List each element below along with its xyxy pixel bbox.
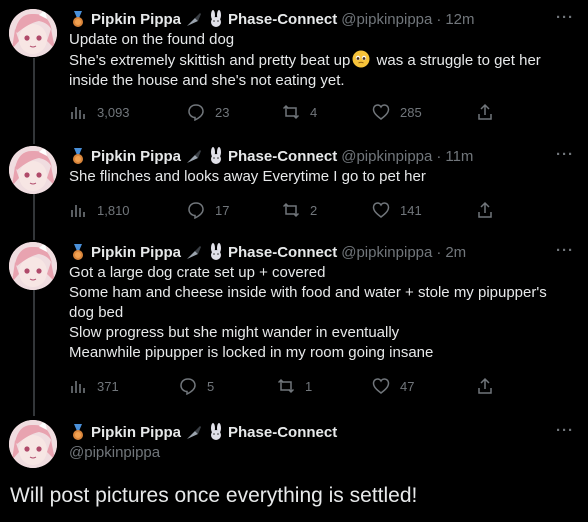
author-handle[interactable]: @pipkinpippa <box>341 11 432 28</box>
avatar[interactable] <box>9 9 57 57</box>
tweet-text-line: Slow progress but she might wander in ev… <box>69 324 400 341</box>
retweet-count: 4 <box>310 104 318 120</box>
rabbit-icon <box>207 147 225 165</box>
like-count: 47 <box>400 378 415 394</box>
views-button[interactable]: 1,810 <box>69 201 130 219</box>
like-count: 285 <box>400 104 422 120</box>
reply-button[interactable]: 5 <box>179 377 214 395</box>
bronze-medal-icon <box>69 147 87 165</box>
reply-button[interactable]: 23 <box>187 103 229 121</box>
rabbit-icon <box>207 423 225 441</box>
views-button[interactable]: 3,093 <box>69 103 130 121</box>
tweet-text-line: Meanwhile pipupper is locked in my room … <box>69 344 434 361</box>
views-count: 371 <box>97 378 119 394</box>
retweet-count: 2 <box>310 202 318 218</box>
separator-dot: · <box>436 243 442 261</box>
author-affiliation[interactable]: Phase-Connect <box>228 148 337 165</box>
tweet-text: Update on the found dog She's extremely … <box>69 30 569 91</box>
reply-icon <box>180 378 196 395</box>
tweet-text-line: Got a large dog crate set up + covered <box>69 264 326 281</box>
tweet-timestamp[interactable]: 12m <box>445 11 474 28</box>
author-name[interactable]: Pipkin Pippa <box>91 424 181 441</box>
heart-icon <box>372 104 390 120</box>
separator-dot: · <box>436 147 442 165</box>
share-icon <box>478 103 492 120</box>
bar-chart-icon <box>71 381 85 393</box>
bronze-medal-icon <box>69 10 87 28</box>
tweet[interactable]: Pipkin Pippa Phase-Connect @pipkinpippa … <box>0 233 588 405</box>
share-icon <box>478 377 492 394</box>
heart-icon <box>372 378 390 394</box>
knife-icon <box>185 147 203 165</box>
retweet-button[interactable]: 4 <box>282 103 317 121</box>
more-options-icon[interactable]: ··· <box>556 146 574 163</box>
author-handle[interactable]: @pipkinpippa <box>341 148 432 165</box>
like-button[interactable]: 47 <box>372 377 414 395</box>
retweet-count: 1 <box>305 378 313 394</box>
like-count: 141 <box>400 202 422 218</box>
views-button[interactable]: 371 <box>69 377 119 395</box>
views-count: 1,810 <box>97 202 130 218</box>
author-handle[interactable]: @pipkinpippa <box>341 244 432 261</box>
avatar[interactable] <box>9 146 57 194</box>
author-affiliation[interactable]: Phase-Connect <box>228 244 337 261</box>
bronze-medal-icon <box>69 243 87 261</box>
reply-icon <box>188 104 204 121</box>
more-options-icon[interactable]: ··· <box>556 9 574 26</box>
bar-chart-icon <box>71 205 85 217</box>
rabbit-icon <box>207 10 225 28</box>
knife-icon <box>185 423 203 441</box>
knife-icon <box>185 243 203 261</box>
tweet-timestamp[interactable]: 11m <box>445 148 473 165</box>
tweet-text-line: She's extremely skittish and pretty beat… <box>69 52 351 69</box>
knife-icon <box>185 10 203 28</box>
tweet[interactable]: Pipkin Pippa Phase-Connect @pipkinpippa … <box>0 137 588 233</box>
share-button[interactable] <box>476 103 504 121</box>
pleading-face-icon <box>352 50 370 68</box>
like-button[interactable]: 141 <box>372 201 422 219</box>
retweet-icon <box>277 378 295 394</box>
tweet-text-line: She flinches and looks away Everytime I … <box>69 168 426 185</box>
reply-count: 17 <box>215 202 230 218</box>
bar-chart-icon <box>71 107 85 119</box>
heart-icon <box>372 202 390 218</box>
tweet-text: She flinches and looks away Everytime I … <box>69 167 569 187</box>
tweet-text: Will post pictures once everything is se… <box>10 484 418 507</box>
share-icon <box>478 201 492 218</box>
author-name[interactable]: Pipkin Pippa <box>91 244 181 261</box>
tweet-text-line: was a struggle to get her <box>376 52 541 69</box>
tweet-text-line: Update on the found dog <box>69 31 235 48</box>
author-affiliation[interactable]: Phase-Connect <box>228 11 337 28</box>
like-button[interactable]: 285 <box>372 103 422 121</box>
reply-count: 23 <box>215 104 230 120</box>
tweet-text: Got a large dog crate set up + covered S… <box>69 263 569 363</box>
share-button[interactable] <box>476 377 504 395</box>
retweet-icon <box>282 202 300 218</box>
retweet-button[interactable]: 2 <box>282 201 317 219</box>
tweet-timestamp[interactable]: 2m <box>445 244 466 261</box>
bronze-medal-icon <box>69 423 87 441</box>
author-name[interactable]: Pipkin Pippa <box>91 148 181 165</box>
author-handle[interactable]: @pipkinpippa <box>69 444 160 461</box>
separator-dot: · <box>436 10 442 28</box>
avatar[interactable] <box>9 242 57 290</box>
tweet[interactable]: Pipkin Pippa Phase-Connect @pipkinpippa … <box>0 0 588 130</box>
reply-button[interactable]: 17 <box>187 201 229 219</box>
rabbit-icon <box>207 243 225 261</box>
views-count: 3,093 <box>97 104 130 120</box>
more-options-icon[interactable]: ··· <box>556 422 574 439</box>
author-affiliation[interactable]: Phase-Connect <box>228 424 337 441</box>
avatar[interactable] <box>9 420 57 468</box>
tweet-text-line: dog bed <box>69 304 124 321</box>
reply-count: 5 <box>207 378 215 394</box>
share-button[interactable] <box>476 201 504 219</box>
reply-icon <box>188 202 204 219</box>
retweet-icon <box>282 104 300 120</box>
tweet-text-line: Some ham and cheese inside with food and… <box>69 284 547 301</box>
more-options-icon[interactable]: ··· <box>556 242 574 259</box>
author-name[interactable]: Pipkin Pippa <box>91 11 181 28</box>
retweet-button[interactable]: 1 <box>277 377 312 395</box>
tweet-text-line: inside the house and she's not eating ye… <box>69 72 345 89</box>
